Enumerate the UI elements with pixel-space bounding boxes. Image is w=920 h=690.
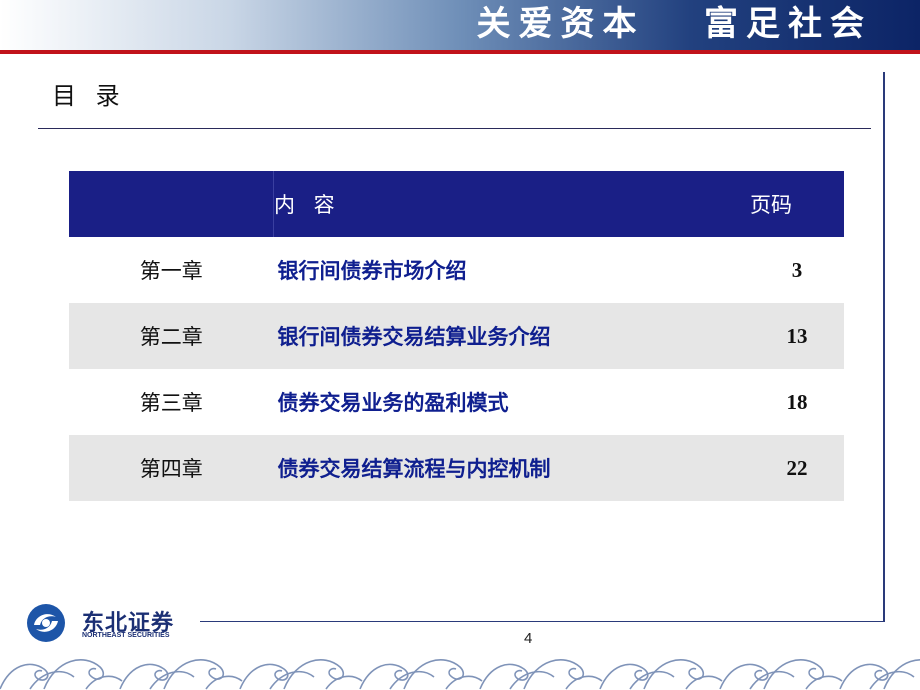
toc-chapter: 第三章 xyxy=(139,391,203,415)
title-divider xyxy=(38,128,871,129)
page-title: 目 录 xyxy=(52,82,126,110)
toc-row[interactable]: 第三章 债券交易业务的盈利模式 18 xyxy=(69,369,844,435)
toc-page-number: 18 xyxy=(786,389,808,414)
toc-content-link[interactable]: 银行间债券市场介绍 xyxy=(274,237,751,303)
toc-content-link[interactable]: 债券交易结算流程与内控机制 xyxy=(273,435,750,501)
toc-content-link[interactable]: 银行间债券交易结算业务介绍 xyxy=(273,303,750,369)
toc-header-row: 内 容 页码 xyxy=(69,171,844,237)
toc-page-number: 22 xyxy=(750,435,844,501)
toc-page-number: 3 xyxy=(791,257,803,282)
wave-pattern-decoration xyxy=(0,645,920,690)
right-border-line xyxy=(883,72,885,621)
footer-divider xyxy=(200,621,885,622)
header-slogan: 关爱资本 富足社会 xyxy=(476,4,872,44)
toc-header-chapter xyxy=(69,171,274,237)
toc-row[interactable]: 第一章 银行间债券市场介绍 3 xyxy=(69,237,844,303)
toc-row[interactable]: 第四章 债券交易结算流程与内控机制 22 xyxy=(69,435,844,501)
toc-header-page: 页码 xyxy=(750,171,844,237)
toc-chapter: 第一章 xyxy=(139,259,203,283)
toc-chapter: 第二章 xyxy=(69,303,274,369)
toc-chapter: 第四章 xyxy=(69,435,274,501)
logo-english-name: NORTHEAST SECURITIES xyxy=(82,632,170,639)
toc-content-link[interactable]: 债券交易业务的盈利模式 xyxy=(274,369,751,435)
toc-header-content: 内 容 xyxy=(273,171,750,237)
toc-table: 内 容 页码 第一章 银行间债券市场介绍 3 第二章 银行间债券交易结算业务介绍… xyxy=(69,171,844,501)
header-red-stripe xyxy=(0,50,920,54)
logo-emblem-icon xyxy=(27,604,65,642)
toc-row[interactable]: 第二章 银行间债券交易结算业务介绍 13 xyxy=(69,303,844,369)
company-logo: 东北证券 NORTHEAST SECURITIES xyxy=(26,603,196,643)
toc-page-number: 13 xyxy=(750,303,844,369)
